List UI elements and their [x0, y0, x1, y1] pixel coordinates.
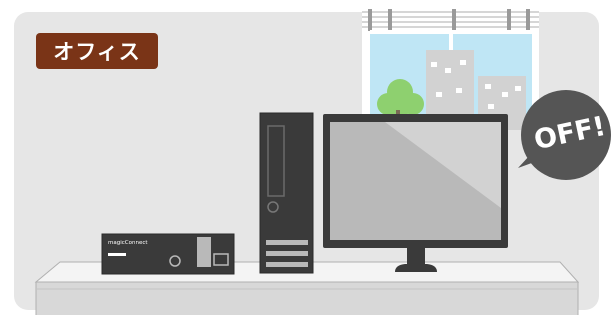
device-brand-label: magicConnect: [108, 240, 148, 246]
location-badge: オフィス: [36, 33, 158, 69]
desktop-tower-icon: [259, 112, 314, 274]
